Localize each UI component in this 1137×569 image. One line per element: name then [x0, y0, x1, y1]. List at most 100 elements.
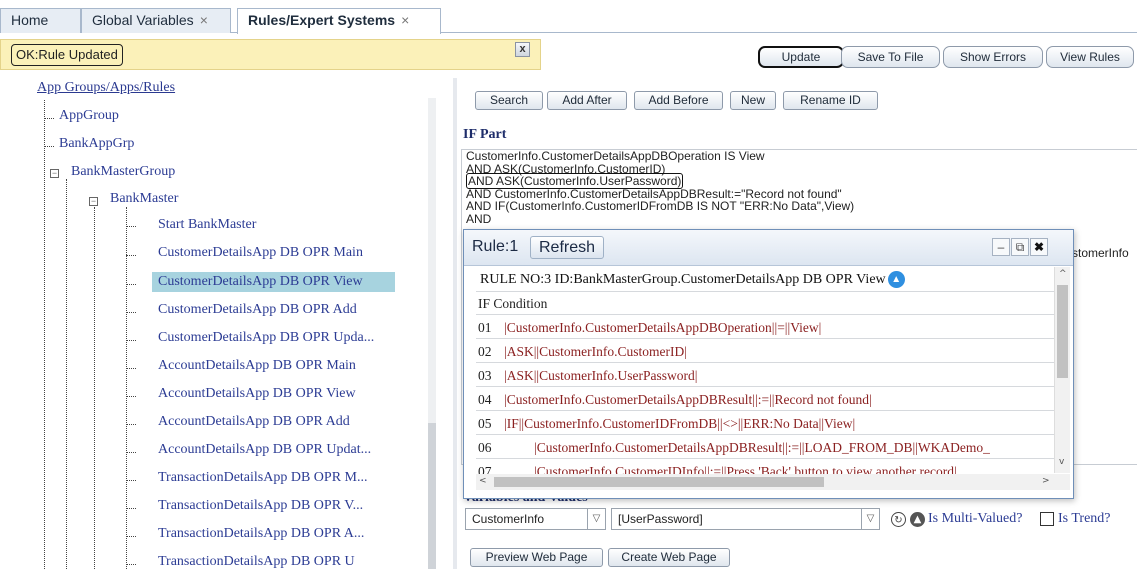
tree-rule-item[interactable]: AccountDetailsApp DB OPR Add — [158, 414, 350, 430]
row-number: 04 — [478, 392, 492, 407]
rule-tree: App Groups/Apps/Rules AppGroup BankAppGr… — [0, 78, 453, 569]
value-select-value: [UserPassword] — [618, 512, 703, 526]
update-button[interactable]: Update — [758, 46, 844, 68]
tree-guide-line — [126, 452, 136, 453]
panel-splitter[interactable] — [453, 78, 457, 569]
tab-close-icon[interactable]: × — [200, 12, 208, 28]
tree-rule-item[interactable]: AccountDetailsApp DB OPR View — [158, 386, 356, 402]
tree-root-link[interactable]: App Groups/Apps/Rules — [37, 80, 175, 96]
scroll-down-arrow-icon[interactable]: v — [1059, 457, 1064, 467]
row-number: 06 — [478, 440, 492, 455]
tree-scrollbar-thumb[interactable] — [428, 423, 436, 569]
add-after-button[interactable]: Add After — [547, 91, 627, 110]
rename-id-button[interactable]: Rename ID — [783, 91, 878, 110]
tab-rules-expert-systems[interactable]: Rules/Expert Systems × — [237, 8, 441, 34]
collapse-icon[interactable]: − — [89, 197, 98, 206]
preview-web-page-button[interactable]: Preview Web Page — [470, 548, 603, 567]
collapse-up-icon[interactable]: ▲ — [910, 512, 925, 527]
value-select[interactable]: [UserPassword] ▽ — [611, 508, 880, 530]
horizontal-scrollbar-thumb[interactable] — [494, 477, 824, 487]
tree-rule-item[interactable]: AccountDetailsApp DB OPR Main — [158, 358, 356, 374]
search-button[interactable]: Search — [475, 91, 543, 110]
trend-label: Is Trend? — [1058, 511, 1111, 526]
tree-guide-line — [126, 340, 136, 341]
show-errors-button[interactable]: Show Errors — [943, 46, 1043, 68]
dialog-refresh-button[interactable]: Refresh — [530, 236, 605, 259]
vertical-scrollbar-thumb[interactable] — [1057, 285, 1068, 378]
trend-checkbox[interactable] — [1040, 512, 1054, 526]
tree-guide-line — [66, 179, 67, 569]
row-number: 05 — [478, 416, 492, 431]
tab-close-icon[interactable]: × — [401, 12, 409, 28]
collapse-icon[interactable]: − — [50, 169, 59, 178]
tab-label: Home — [11, 12, 49, 28]
refresh-icon[interactable]: ↻ — [891, 512, 906, 527]
add-before-button[interactable]: Add Before — [634, 91, 723, 110]
tree-guide-line — [126, 508, 136, 509]
if-line-highlighted: AND ASK(CustomerInfo.UserPassword) — [462, 173, 1137, 189]
tab-global-variables[interactable]: Global Variables × — [81, 8, 231, 33]
tree-node-bankmastergroup[interactable]: BankMasterGroup — [71, 164, 175, 180]
tree-guide-line — [126, 255, 136, 256]
row-text: |CustomerInfo.CustomerDetailsAppDBOperat… — [504, 320, 822, 335]
condition-row[interactable]: 03 |ASK||CustomerInfo.UserPassword| — [476, 364, 1054, 387]
scroll-up-arrow-icon[interactable]: ^ — [1059, 269, 1067, 279]
tree-node-bankmaster[interactable]: BankMaster — [110, 191, 178, 207]
dialog-horizontal-scrollbar[interactable]: < > — [476, 474, 1070, 490]
row-number: 03 — [478, 368, 492, 383]
tree-guide-line — [44, 146, 54, 147]
tree-rule-item-selected[interactable]: CustomerDetailsApp DB OPR View — [152, 272, 395, 292]
tree-guide-line — [126, 424, 136, 425]
scroll-left-arrow-icon[interactable]: < — [479, 476, 487, 486]
dialog-title: Rule:1 — [472, 238, 519, 255]
tab-label: Rules/Expert Systems — [248, 12, 396, 28]
tree-guide-line — [44, 100, 45, 569]
tree-rule-item[interactable]: Start BankMaster — [158, 217, 256, 233]
create-web-page-button[interactable]: Create Web Page — [608, 548, 730, 567]
tab-home[interactable]: Home — [0, 8, 81, 33]
view-rules-button[interactable]: View Rules — [1046, 46, 1134, 68]
if-condition-heading: IF Condition — [476, 292, 1054, 315]
new-button[interactable]: New — [730, 91, 776, 110]
tree-rule-item[interactable]: TransactionDetailsApp DB OPR V... — [158, 498, 363, 514]
row-text: |ASK||CustomerInfo.CustomerID| — [504, 344, 687, 359]
condition-row[interactable]: 01 |CustomerInfo.CustomerDetailsAppDBOper… — [476, 316, 1054, 339]
variable-select[interactable]: CustomerInfo ▽ — [465, 508, 606, 530]
scroll-up-icon[interactable]: ▲ — [887, 271, 905, 289]
chevron-down-icon: ▽ — [587, 509, 605, 529]
if-line: CustomerInfo.CustomerDetailsAppDBOperati… — [466, 149, 765, 163]
tree-guide-line — [126, 284, 136, 285]
close-icon[interactable]: ✖ — [1030, 238, 1048, 256]
tree-rule-item[interactable]: TransactionDetailsApp DB OPR U — [158, 554, 355, 569]
tree-guide-line — [94, 207, 95, 569]
tree-rule-item[interactable]: TransactionDetailsApp DB OPR A... — [158, 526, 364, 542]
tree-rule-item[interactable]: AccountDetailsApp DB OPR Updat... — [158, 442, 371, 458]
minimize-icon[interactable]: – — [992, 238, 1010, 256]
save-to-file-button[interactable]: Save To File — [841, 46, 940, 68]
if-line: AND — [466, 211, 492, 226]
tree-node-appgroup[interactable]: AppGroup — [59, 108, 119, 124]
restore-icon[interactable]: ⧉ — [1011, 238, 1029, 256]
row-text: |ASK||CustomerInfo.UserPassword| — [504, 368, 698, 383]
if-part-label: IF Part — [463, 127, 507, 142]
condition-row[interactable]: 05 |IF||CustomerInfo.CustomerIDFromDB||<>… — [476, 412, 1054, 435]
status-close-button[interactable]: x — [515, 42, 530, 57]
tree-guide-line — [126, 312, 136, 313]
tree-rule-item[interactable]: CustomerDetailsApp DB OPR Upda... — [158, 330, 374, 346]
tree-node-bankappgrp[interactable]: BankAppGrp — [59, 136, 134, 152]
tree-rule-item[interactable]: CustomerDetailsApp DB OPR Main — [158, 245, 363, 261]
rule-header-text: RULE NO:3 ID:BankMasterGroup.CustomerDet… — [480, 272, 886, 287]
tree-scrollbar[interactable] — [428, 98, 436, 569]
scroll-right-arrow-icon[interactable]: > — [1042, 476, 1050, 486]
tree-rule-item[interactable]: TransactionDetailsApp DB OPR M... — [158, 470, 368, 486]
condition-row[interactable]: 06 |CustomerInfo.CustomerDetailsAppDBResu… — [476, 436, 1054, 459]
tree-guide-line — [126, 396, 136, 397]
condition-row[interactable]: 02 |ASK||CustomerInfo.CustomerID| — [476, 340, 1054, 363]
dialog-vertical-scrollbar[interactable]: ^ v — [1054, 267, 1070, 473]
tree-rule-item[interactable]: CustomerDetailsApp DB OPR Add — [158, 302, 357, 318]
tree-guide-line — [126, 564, 136, 565]
dialog-header[interactable]: Rule:1 Refresh – ⧉ ✖ — [464, 230, 1073, 266]
rule-header: RULE NO:3 ID:BankMasterGroup.CustomerDet… — [476, 267, 1054, 292]
chevron-down-icon: ▽ — [861, 509, 879, 529]
condition-row[interactable]: 04 |CustomerInfo.CustomerDetailsAppDBResu… — [476, 388, 1054, 411]
